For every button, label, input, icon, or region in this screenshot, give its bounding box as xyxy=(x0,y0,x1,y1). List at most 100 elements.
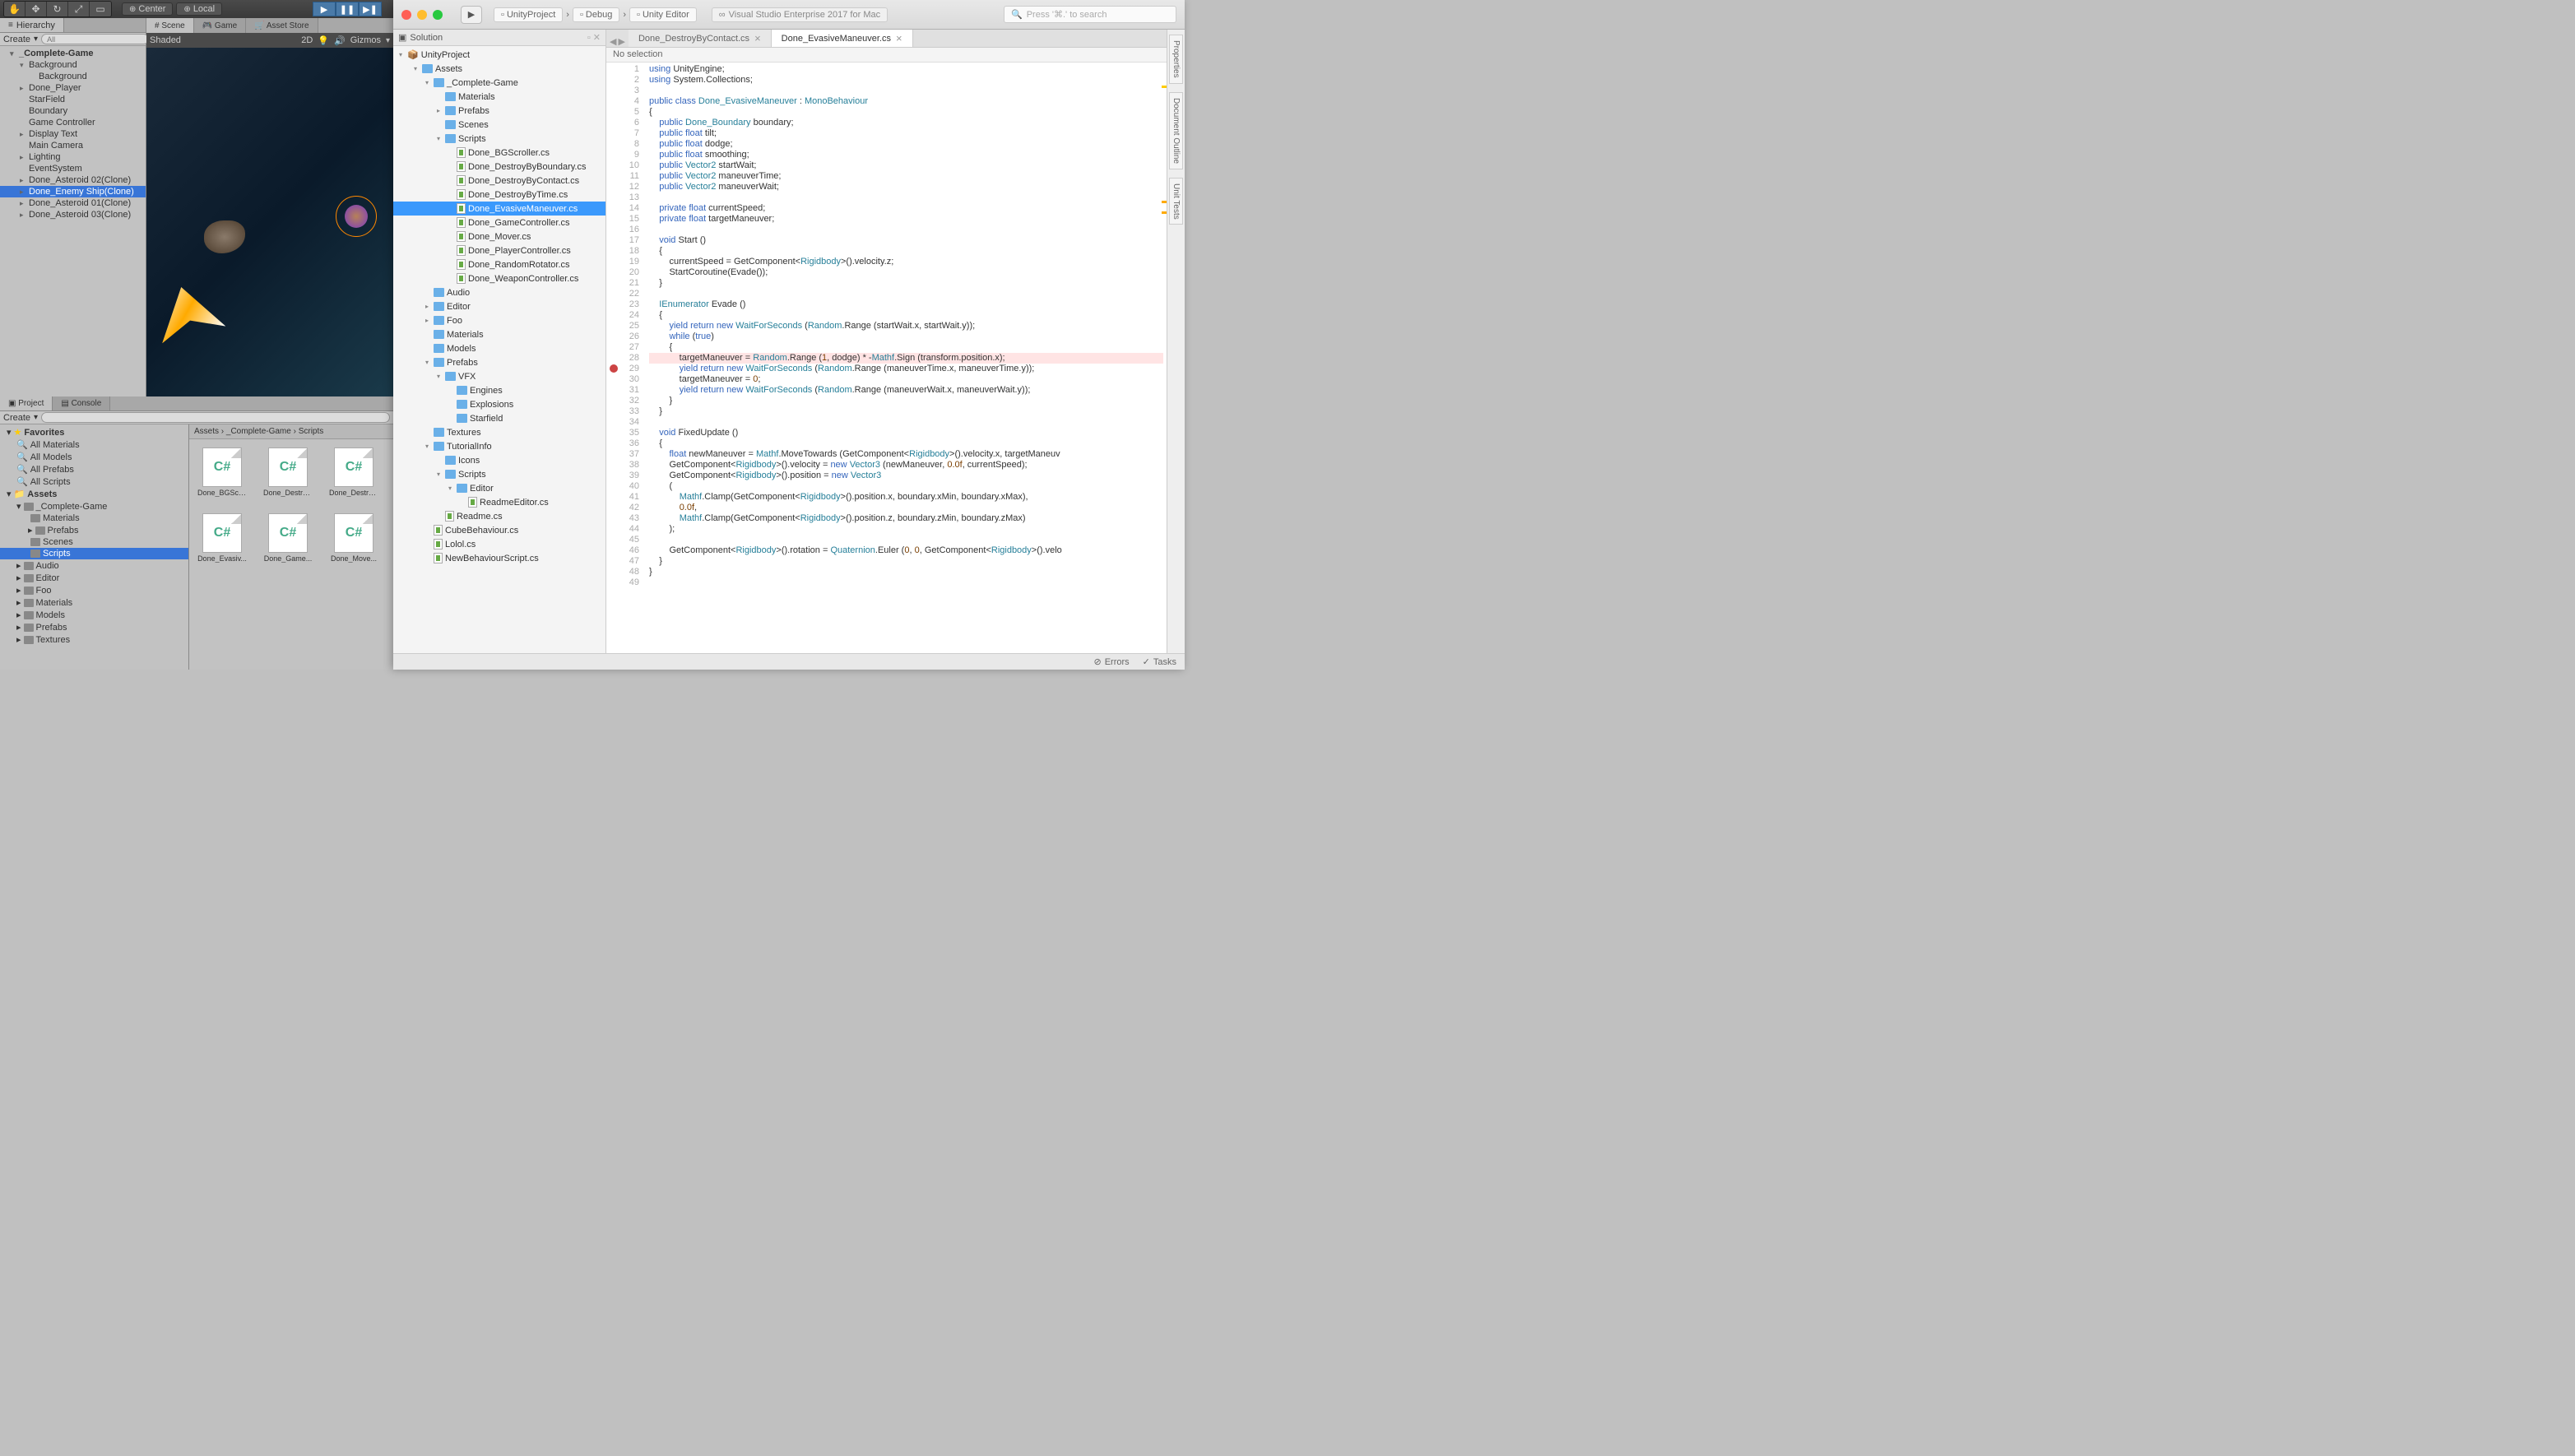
project-tree-item[interactable]: ▸ Foo xyxy=(0,584,188,596)
code-line[interactable]: public Vector2 startWait; xyxy=(649,160,1163,171)
code-line[interactable]: } xyxy=(649,406,1163,417)
window-close[interactable] xyxy=(401,10,411,20)
solution-item[interactable]: Audio xyxy=(393,285,605,299)
code-line[interactable] xyxy=(649,289,1163,299)
asset-grid-item[interactable]: C#Done_Move... xyxy=(329,513,378,563)
project-tree-item[interactable]: ▸ Materials xyxy=(0,596,188,609)
code-line[interactable]: public Vector2 maneuverTime; xyxy=(649,171,1163,182)
editor-tab[interactable]: Done_EvasiveManeuver.cs × xyxy=(772,30,913,47)
project-create[interactable]: Create xyxy=(3,413,30,423)
solution-item[interactable]: Icons xyxy=(393,453,605,467)
player-ship-object[interactable] xyxy=(150,279,226,344)
hierarchy-search[interactable] xyxy=(41,34,149,44)
tab-close-icon[interactable]: × xyxy=(896,32,902,44)
solution-item[interactable]: ▾ VFX xyxy=(393,369,605,383)
tasks-status[interactable]: ✓ Tasks xyxy=(1143,656,1176,667)
hierarchy-item[interactable]: ▾_Complete-Game xyxy=(0,48,146,59)
code-line[interactable]: yield return new WaitForSeconds (Random.… xyxy=(649,321,1163,332)
space-toggle[interactable]: ⊕ Local xyxy=(176,2,222,16)
breakpoint-icon[interactable] xyxy=(610,364,618,373)
solution-item[interactable]: NewBehaviourScript.cs xyxy=(393,551,605,565)
code-line[interactable]: { xyxy=(649,107,1163,118)
hierarchy-item[interactable]: StarField xyxy=(0,94,146,105)
solution-item[interactable]: Done_BGScroller.cs xyxy=(393,146,605,160)
side-rail-tab[interactable]: Document Outline xyxy=(1169,92,1183,169)
editor-tab[interactable]: Done_DestroyByContact.cs × xyxy=(629,30,772,47)
code-line[interactable]: private float currentSpeed; xyxy=(649,203,1163,214)
code-line[interactable]: using System.Collections; xyxy=(649,75,1163,86)
pivot-toggle[interactable]: ⊕ Center xyxy=(122,2,173,16)
nav-fwd[interactable]: ▶ xyxy=(618,36,624,47)
project-tree-item[interactable]: Scenes xyxy=(0,536,188,548)
code-line[interactable]: using UnityEngine; xyxy=(649,64,1163,75)
vs-search[interactable]: 🔍 Press '⌘.' to search xyxy=(1004,6,1176,23)
code-line[interactable]: } xyxy=(649,556,1163,567)
solution-item[interactable]: ▾ Assets xyxy=(393,62,605,76)
hierarchy-item[interactable]: ▸Done_Asteroid 01(Clone) xyxy=(0,197,146,209)
hierarchy-item[interactable]: ▸Done_Asteroid 02(Clone) xyxy=(0,174,146,186)
code-line[interactable]: StartCoroutine(Evade()); xyxy=(649,267,1163,278)
hierarchy-item[interactable]: ▸Display Text xyxy=(0,128,146,140)
solution-item[interactable]: ▾ Prefabs xyxy=(393,355,605,369)
tab-close-icon[interactable]: × xyxy=(754,32,761,44)
asteroid-object[interactable] xyxy=(204,220,245,253)
code-line[interactable]: } xyxy=(649,396,1163,406)
code-line[interactable]: GetComponent<Rigidbody>().velocity = new… xyxy=(649,460,1163,471)
pause-button[interactable]: ❚❚ xyxy=(336,2,359,16)
code-line[interactable]: public Done_Boundary boundary; xyxy=(649,118,1163,128)
favorite-item[interactable]: 🔍 All Scripts xyxy=(0,475,188,488)
window-minimize[interactable] xyxy=(417,10,427,20)
favorite-item[interactable]: 🔍 All Models xyxy=(0,451,188,463)
solution-item[interactable]: ▸ Prefabs xyxy=(393,104,605,118)
project-tab[interactable]: ▤ Console xyxy=(53,396,110,410)
code-line[interactable] xyxy=(649,577,1163,588)
solution-item[interactable]: ▾ TutorialInfo xyxy=(393,439,605,453)
project-tree-item[interactable]: ▾ _Complete-Game xyxy=(0,500,188,512)
scene-tab[interactable]: 🛒 Asset Store xyxy=(246,18,318,33)
solution-item[interactable]: Textures xyxy=(393,425,605,439)
code-line[interactable]: } xyxy=(649,278,1163,289)
asset-grid-item[interactable]: C#Done_Evasiv... xyxy=(197,513,247,563)
solution-item[interactable]: Done_GameController.cs xyxy=(393,216,605,230)
project-tree-item[interactable]: Materials xyxy=(0,512,188,524)
code-line[interactable]: void FixedUpdate () xyxy=(649,428,1163,438)
solution-item[interactable]: Materials xyxy=(393,327,605,341)
solution-item[interactable]: Done_RandomRotator.cs xyxy=(393,257,605,271)
vs-breadcrumb-item[interactable]: ▫ Debug xyxy=(573,7,619,22)
code-line[interactable] xyxy=(649,86,1163,96)
code-line[interactable] xyxy=(649,225,1163,235)
assets-header[interactable]: ▾ 📁 Assets xyxy=(0,488,188,500)
solution-item[interactable]: ▾ Scripts xyxy=(393,467,605,481)
scene-view[interactable] xyxy=(146,48,393,396)
solution-item[interactable]: ReadmeEditor.cs xyxy=(393,495,605,509)
hierarchy-item[interactable]: Game Controller xyxy=(0,117,146,128)
project-tree-item[interactable]: ▸ Prefabs xyxy=(0,524,188,536)
solution-item[interactable]: Explosions xyxy=(393,397,605,411)
solution-item[interactable]: Materials xyxy=(393,90,605,104)
hierarchy-item[interactable]: Background xyxy=(0,71,146,82)
project-tab[interactable]: ▣ Project xyxy=(0,396,53,410)
project-tree-item[interactable]: Scripts xyxy=(0,548,188,559)
solution-item[interactable]: Done_Mover.cs xyxy=(393,230,605,243)
solution-options[interactable]: ▫ ✕ xyxy=(587,32,601,43)
selection-bar[interactable]: No selection xyxy=(606,48,1167,63)
gizmos-toggle[interactable]: Gizmos xyxy=(350,35,381,45)
project-tree-item[interactable]: ▸ Prefabs xyxy=(0,621,188,633)
vs-breadcrumb-item[interactable]: ▫ Unity Editor xyxy=(629,7,697,22)
solution-item[interactable]: ▸ Foo xyxy=(393,313,605,327)
asset-grid-item[interactable]: C#Done_Destro... xyxy=(329,447,378,497)
hierarchy-tab[interactable]: ≡ Hierarchy xyxy=(0,18,64,32)
hierarchy-item[interactable]: Boundary xyxy=(0,105,146,117)
solution-item[interactable]: ▾ Editor xyxy=(393,481,605,495)
code-line[interactable] xyxy=(649,535,1163,545)
solution-item[interactable]: Engines xyxy=(393,383,605,397)
code-line[interactable]: public Vector2 maneuverWait; xyxy=(649,182,1163,192)
hierarchy-item[interactable]: ▸Lighting xyxy=(0,151,146,163)
solution-item[interactable]: Readme.cs xyxy=(393,509,605,523)
code-line[interactable]: void Start () xyxy=(649,235,1163,246)
project-search[interactable] xyxy=(41,412,390,423)
code-line[interactable]: public class Done_EvasiveManeuver : Mono… xyxy=(649,96,1163,107)
hierarchy-item[interactable]: ▸Done_Enemy Ship(Clone) xyxy=(0,186,146,197)
project-tree-item[interactable]: ▸ Audio xyxy=(0,559,188,572)
code-line[interactable]: public float dodge; xyxy=(649,139,1163,150)
